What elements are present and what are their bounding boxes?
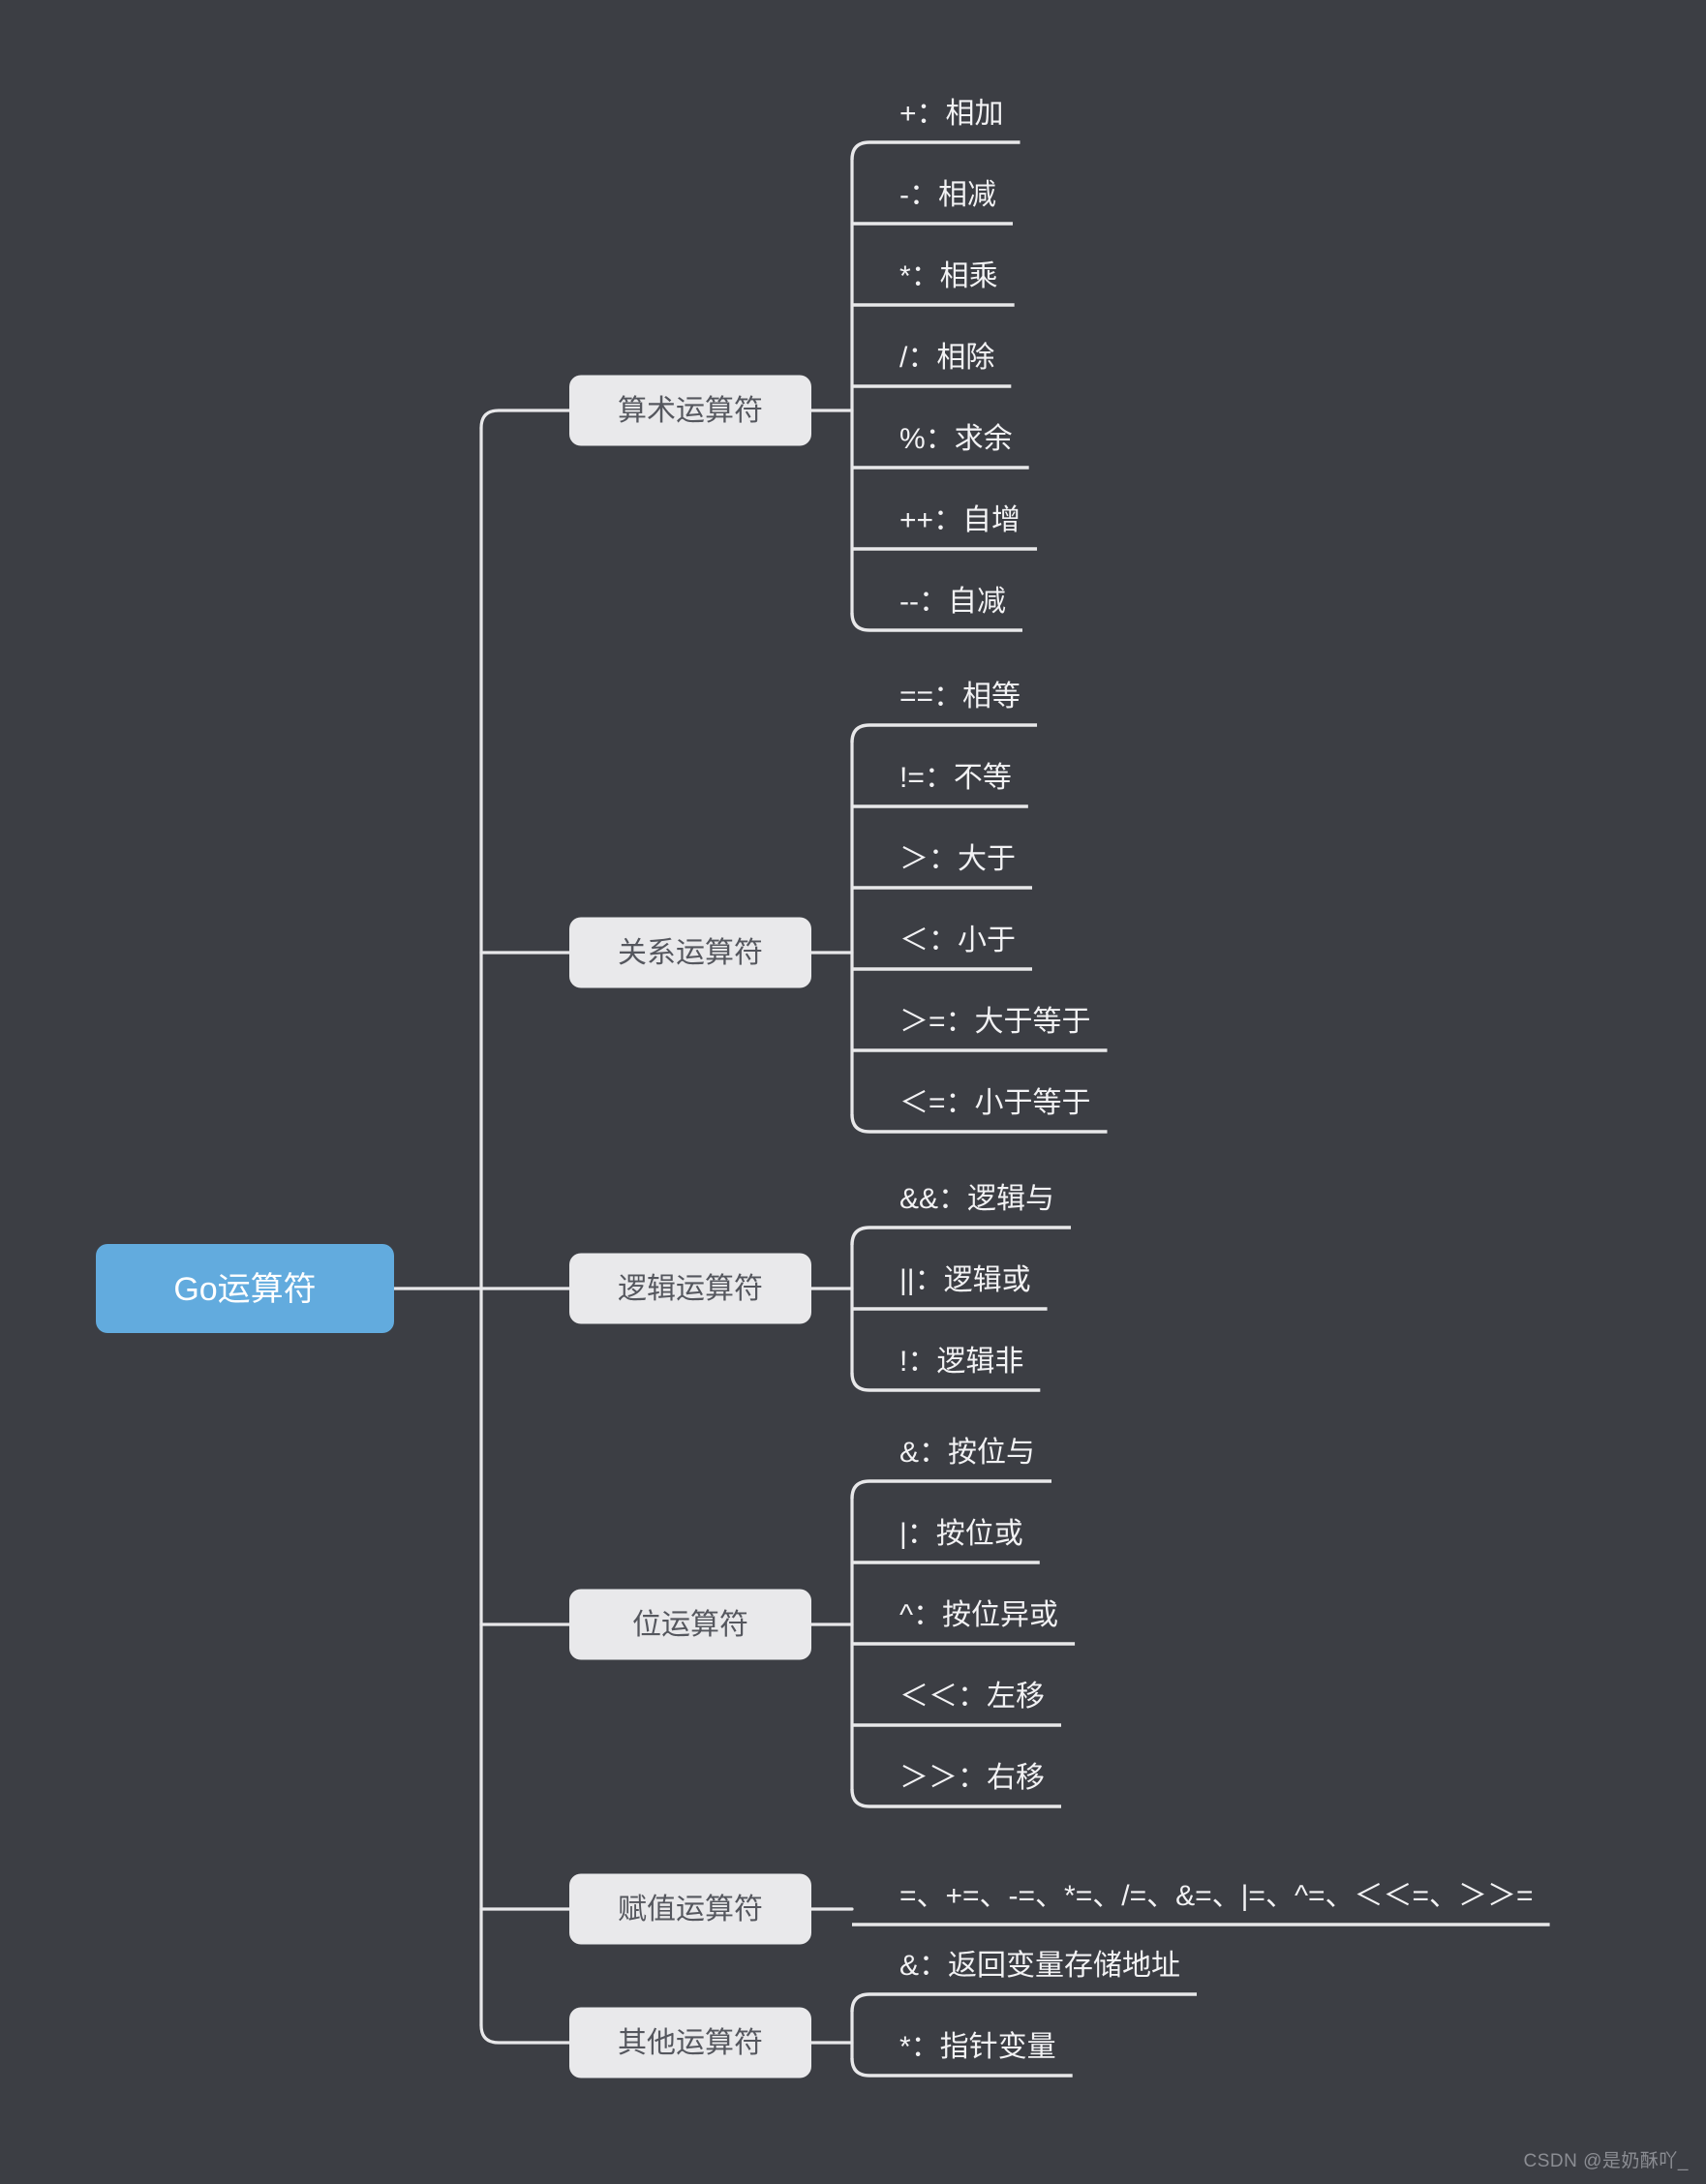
leaf-label: +：相加	[899, 98, 1004, 130]
leaf-label: *：指针变量	[899, 2031, 1056, 2063]
leaf-label: !：逻辑非	[899, 1346, 1023, 1378]
branch-label: 赋值运算符	[618, 1894, 763, 1926]
leaf-connector	[850, 723, 1038, 743]
leaf-label: ＜＜：左移	[899, 1681, 1045, 1713]
branch-label: 其他运算符	[618, 2027, 763, 2059]
leaf-label: ||：逻辑或	[899, 1264, 1031, 1296]
root-to-branch-connector	[479, 409, 571, 430]
leaf-label: ＞＞：右移	[899, 1762, 1045, 1794]
leaf-label: ＜=：小于等于	[899, 1087, 1091, 1119]
leaf-label: =、+=、-=、*=、/=、&=、|=、^=、＜＜=、＞＞=	[899, 1880, 1534, 1912]
leaf-label: /：相除	[899, 342, 994, 374]
leaf-label: *：相乘	[899, 260, 998, 292]
node-layer	[96, 375, 811, 2078]
mindmap-canvas: +：相加 -：相减 *：相乘 /：相除 %：求余 ++：自增 --：自减 算术运算符 ==：相等…	[96, 98, 1550, 2078]
watermark-text: CSDN @是奶酥吖_	[1523, 2151, 1689, 2171]
leaf-label: ^：按位异或	[899, 1599, 1058, 1631]
leaf-label: |：按位或	[899, 1518, 1023, 1550]
mindmap-page: +：相加 -：相减 *：相乘 /：相除 %：求余 ++：自增 --：自减 算术运算符 ==：相等…	[0, 0, 1706, 2184]
branch-label: 逻辑运算符	[618, 1273, 763, 1305]
leaf-label: --：自减	[899, 586, 1006, 618]
leaf-connector	[850, 1226, 1072, 1246]
root-label: Go运算符	[173, 1271, 316, 1308]
leaf-label: &：返回变量存储地址	[899, 1950, 1180, 1982]
leaf-connector	[850, 1992, 1198, 2013]
leaf-label: &&：逻辑与	[899, 1183, 1054, 1215]
leaf-label: -：相减	[899, 179, 996, 211]
leaf-label: ＞：大于	[899, 843, 1016, 875]
root-to-branch-connector	[479, 2023, 571, 2045]
branch-label: 关系运算符	[618, 937, 763, 969]
leaf-label: &：按位与	[899, 1437, 1035, 1469]
leaf-label: !=：不等	[899, 762, 1012, 794]
leaf-label: ＜：小于	[899, 925, 1016, 956]
leaf-connector	[850, 1479, 1052, 1500]
branch-label: 算术运算符	[618, 395, 763, 427]
leaf-label: %：求余	[899, 423, 1013, 455]
leaf-label: ＞=：大于等于	[899, 1006, 1091, 1038]
leaf-connector	[850, 140, 1021, 161]
branch-label: 位运算符	[632, 1609, 748, 1641]
leaf-label: ==：相等	[899, 681, 1021, 713]
leaf-label: ++：自增	[899, 504, 1021, 536]
